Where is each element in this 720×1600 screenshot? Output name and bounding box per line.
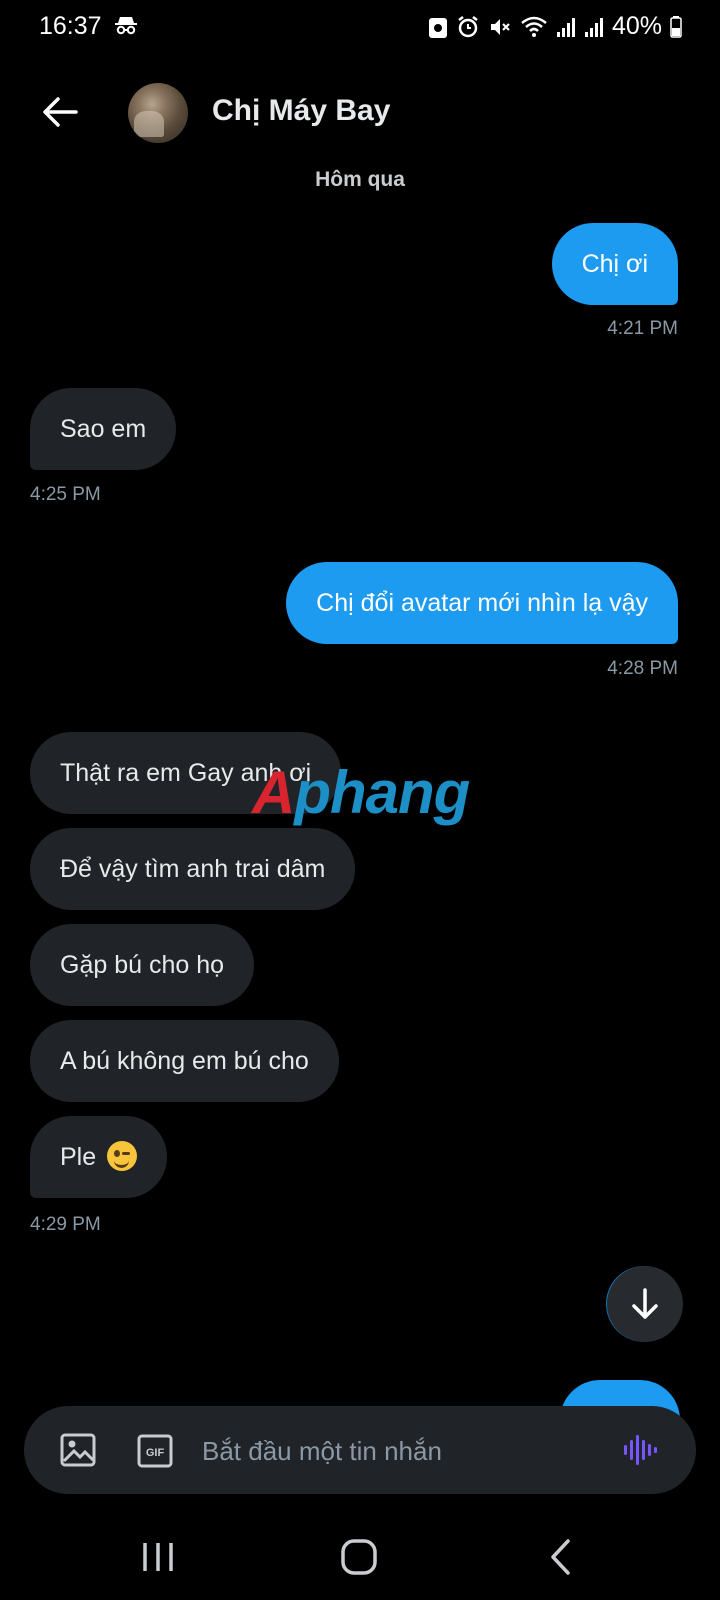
recent-apps-icon[interactable] [140, 1540, 176, 1574]
message-timestamp: 4:21 PM [607, 318, 678, 339]
signal-icon-1 [556, 17, 575, 37]
battery-percent: 40% [611, 12, 662, 40]
message-composer: GIF [24, 1406, 696, 1494]
battery-icon [670, 15, 682, 38]
message-input[interactable] [200, 1426, 594, 1476]
gif-icon[interactable]: GIF [137, 1434, 173, 1468]
day-separator: Hôm qua [315, 168, 405, 191]
message-bubble-outgoing[interactable]: Chị đổi avatar mới nhìn lạ vậy [286, 562, 678, 644]
contact-name[interactable]: Chị Máy Bay [212, 94, 390, 128]
message-timestamp: 4:25 PM [30, 484, 101, 505]
alarm-icon [458, 15, 478, 37]
nav-back-icon[interactable] [548, 1538, 572, 1576]
message-text: Ple [60, 1143, 97, 1171]
avatar[interactable] [128, 83, 188, 143]
message-bubble-outgoing[interactable]: Chị ơi [551, 223, 678, 305]
message-bubble-incoming[interactable]: A bú không em bú cho [30, 1020, 339, 1102]
status-bar: 16:37 40% [0, 0, 720, 52]
winking-face-emoji-icon [107, 1141, 138, 1172]
wifi-icon [521, 16, 547, 37]
message-bubble-incoming[interactable]: Để vậy tìm anh trai dâm [30, 828, 356, 910]
incognito-icon [115, 17, 137, 35]
message-timestamp: 4:28 PM [607, 658, 678, 679]
watermark-logo: Aphang [252, 759, 470, 826]
signal-icon-2 [584, 17, 603, 37]
image-icon[interactable] [60, 1433, 96, 1467]
system-navigation-bar [0, 1512, 720, 1600]
back-arrow-icon[interactable] [40, 94, 80, 130]
message-bubble-incoming[interactable]: Sao em [30, 388, 177, 470]
mute-icon [490, 18, 510, 35]
voice-message-icon[interactable] [622, 1432, 658, 1468]
conversation-header: Chị Máy Bay [0, 78, 720, 148]
scroll-to-bottom-button[interactable] [607, 1266, 683, 1342]
recycle-notification-icon [428, 17, 447, 38]
arrow-down-icon [632, 1288, 658, 1319]
message-timestamp: 4:29 PM [30, 1214, 101, 1235]
message-bubble-incoming[interactable]: Gặp bú cho họ [30, 924, 255, 1006]
message-bubble-incoming[interactable]: Ple [30, 1116, 168, 1198]
svg-text:GIF: GIF [146, 1447, 165, 1459]
home-icon[interactable] [340, 1538, 378, 1576]
status-time: 16:37 [39, 12, 102, 40]
